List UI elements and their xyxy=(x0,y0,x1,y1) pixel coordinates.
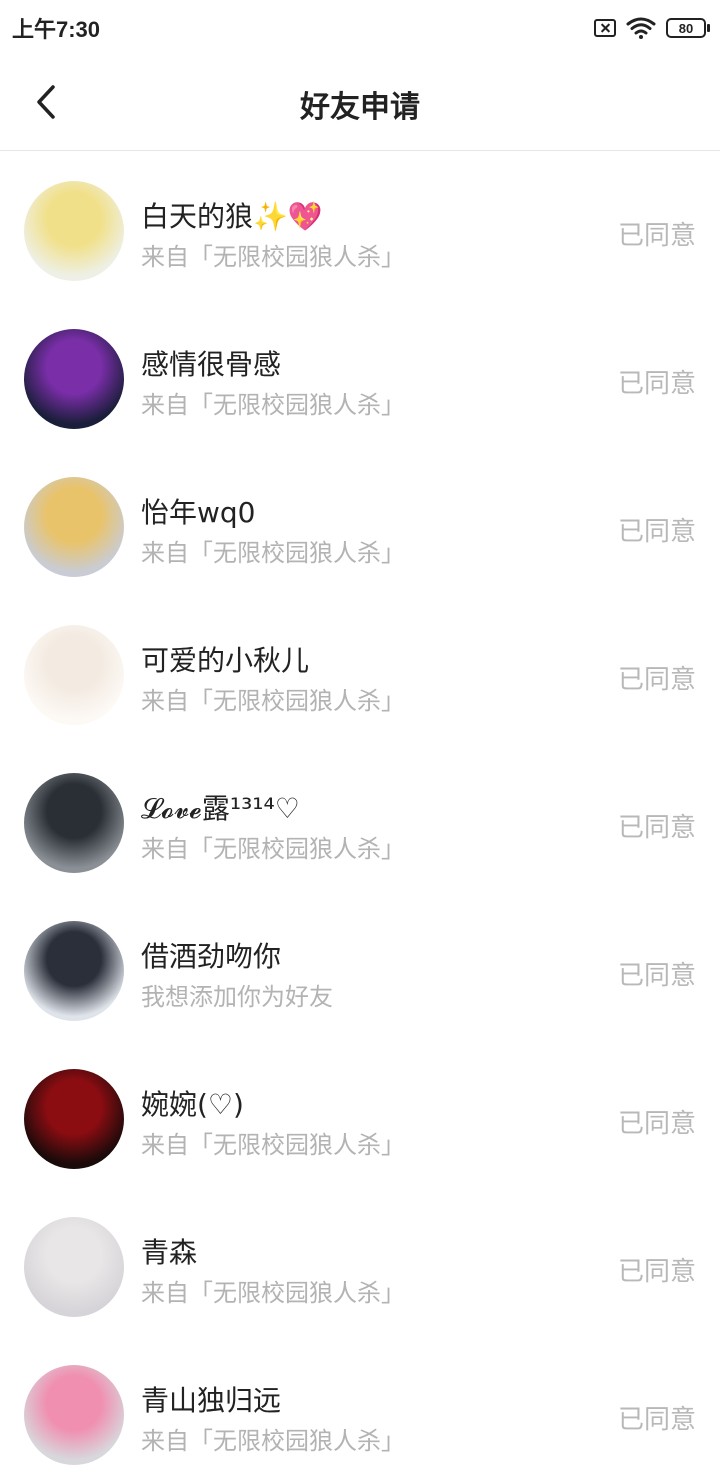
request-source: 来自「无限校园狼人杀」 xyxy=(141,391,405,419)
request-name: 怡年wq0 xyxy=(141,496,256,529)
status-time: 上午7:30 xyxy=(12,17,101,42)
request-source: 来自「无限校园狼人杀」 xyxy=(141,1131,405,1159)
friend-request-row[interactable]: 感情很骨感 来自「无限校园狼人杀」 已同意 xyxy=(0,299,720,447)
agreed-status: 已同意 xyxy=(617,1109,696,1139)
no-sim-icon xyxy=(594,19,616,37)
request-source: 来自「无限校园狼人杀」 xyxy=(141,539,405,567)
agreed-status: 已同意 xyxy=(617,1405,696,1435)
request-name: 感情很骨感 xyxy=(141,348,282,381)
status-bar: 上午7:30 80 xyxy=(0,0,720,54)
agreed-status: 已同意 xyxy=(617,813,696,843)
request-source: 来自「无限校园狼人杀」 xyxy=(141,1279,405,1307)
request-source: 来自「无限校园狼人杀」 xyxy=(141,1427,405,1455)
request-source: 来自「无限校园狼人杀」 xyxy=(141,687,405,715)
request-source: 我想添加你为好友 xyxy=(141,983,333,1011)
agreed-status: 已同意 xyxy=(617,517,696,547)
request-name: 婉婉(♡) xyxy=(141,1088,244,1121)
battery-icon: 80 xyxy=(666,18,710,38)
request-name: 借酒劲吻你 xyxy=(141,940,282,973)
friend-request-row[interactable]: 青森 来自「无限校园狼人杀」 已同意 xyxy=(0,1187,720,1335)
page-title: 好友申请 xyxy=(300,90,420,125)
avatar[interactable] xyxy=(24,921,124,1021)
friend-request-row[interactable]: 借酒劲吻你 我想添加你为好友 已同意 xyxy=(0,891,720,1039)
friend-request-row[interactable]: 怡年wq0 来自「无限校园狼人杀」 已同意 xyxy=(0,447,720,595)
friend-request-list: 白天的狼✨💖 来自「无限校园狼人杀」 已同意 感情很骨感 来自「无限校园狼人杀」… xyxy=(0,151,720,1483)
avatar[interactable] xyxy=(24,329,124,429)
agreed-status: 已同意 xyxy=(617,221,696,251)
avatar[interactable] xyxy=(24,1217,124,1317)
header-bar: 好友申请 xyxy=(0,54,720,151)
friend-request-row[interactable]: 白天的狼✨💖 来自「无限校园狼人杀」 已同意 xyxy=(0,151,720,299)
request-name: 白天的狼✨💖 xyxy=(141,200,323,233)
avatar[interactable] xyxy=(24,625,124,725)
avatar[interactable] xyxy=(24,477,124,577)
friend-request-row[interactable]: 可爱的小秋儿 来自「无限校园狼人杀」 已同意 xyxy=(0,595,720,743)
avatar[interactable] xyxy=(24,1365,124,1465)
agreed-status: 已同意 xyxy=(617,369,696,399)
agreed-status: 已同意 xyxy=(617,665,696,695)
avatar[interactable] xyxy=(24,1069,124,1169)
battery-level: 80 xyxy=(666,18,706,38)
friend-request-row[interactable]: 婉婉(♡) 来自「无限校园狼人杀」 已同意 xyxy=(0,1039,720,1187)
request-source: 来自「无限校园狼人杀」 xyxy=(141,243,405,271)
friend-request-row[interactable]: 𝓛𝓸𝓿𝓮露¹³¹⁴♡ 来自「无限校园狼人杀」 已同意 xyxy=(0,743,720,891)
request-name: 青山独归远 xyxy=(141,1384,282,1417)
request-source: 来自「无限校园狼人杀」 xyxy=(141,835,405,863)
request-name: 青森 xyxy=(141,1236,198,1269)
friend-request-row[interactable]: 青山独归远 来自「无限校园狼人杀」 已同意 xyxy=(0,1335,720,1483)
request-name: 可爱的小秋儿 xyxy=(141,644,310,677)
request-name: 𝓛𝓸𝓿𝓮露¹³¹⁴♡ xyxy=(141,792,300,825)
avatar[interactable] xyxy=(24,773,124,873)
agreed-status: 已同意 xyxy=(617,961,696,991)
status-icons: 80 xyxy=(594,14,710,42)
wifi-icon xyxy=(626,17,656,39)
avatar[interactable] xyxy=(24,181,124,281)
agreed-status: 已同意 xyxy=(617,1257,696,1287)
